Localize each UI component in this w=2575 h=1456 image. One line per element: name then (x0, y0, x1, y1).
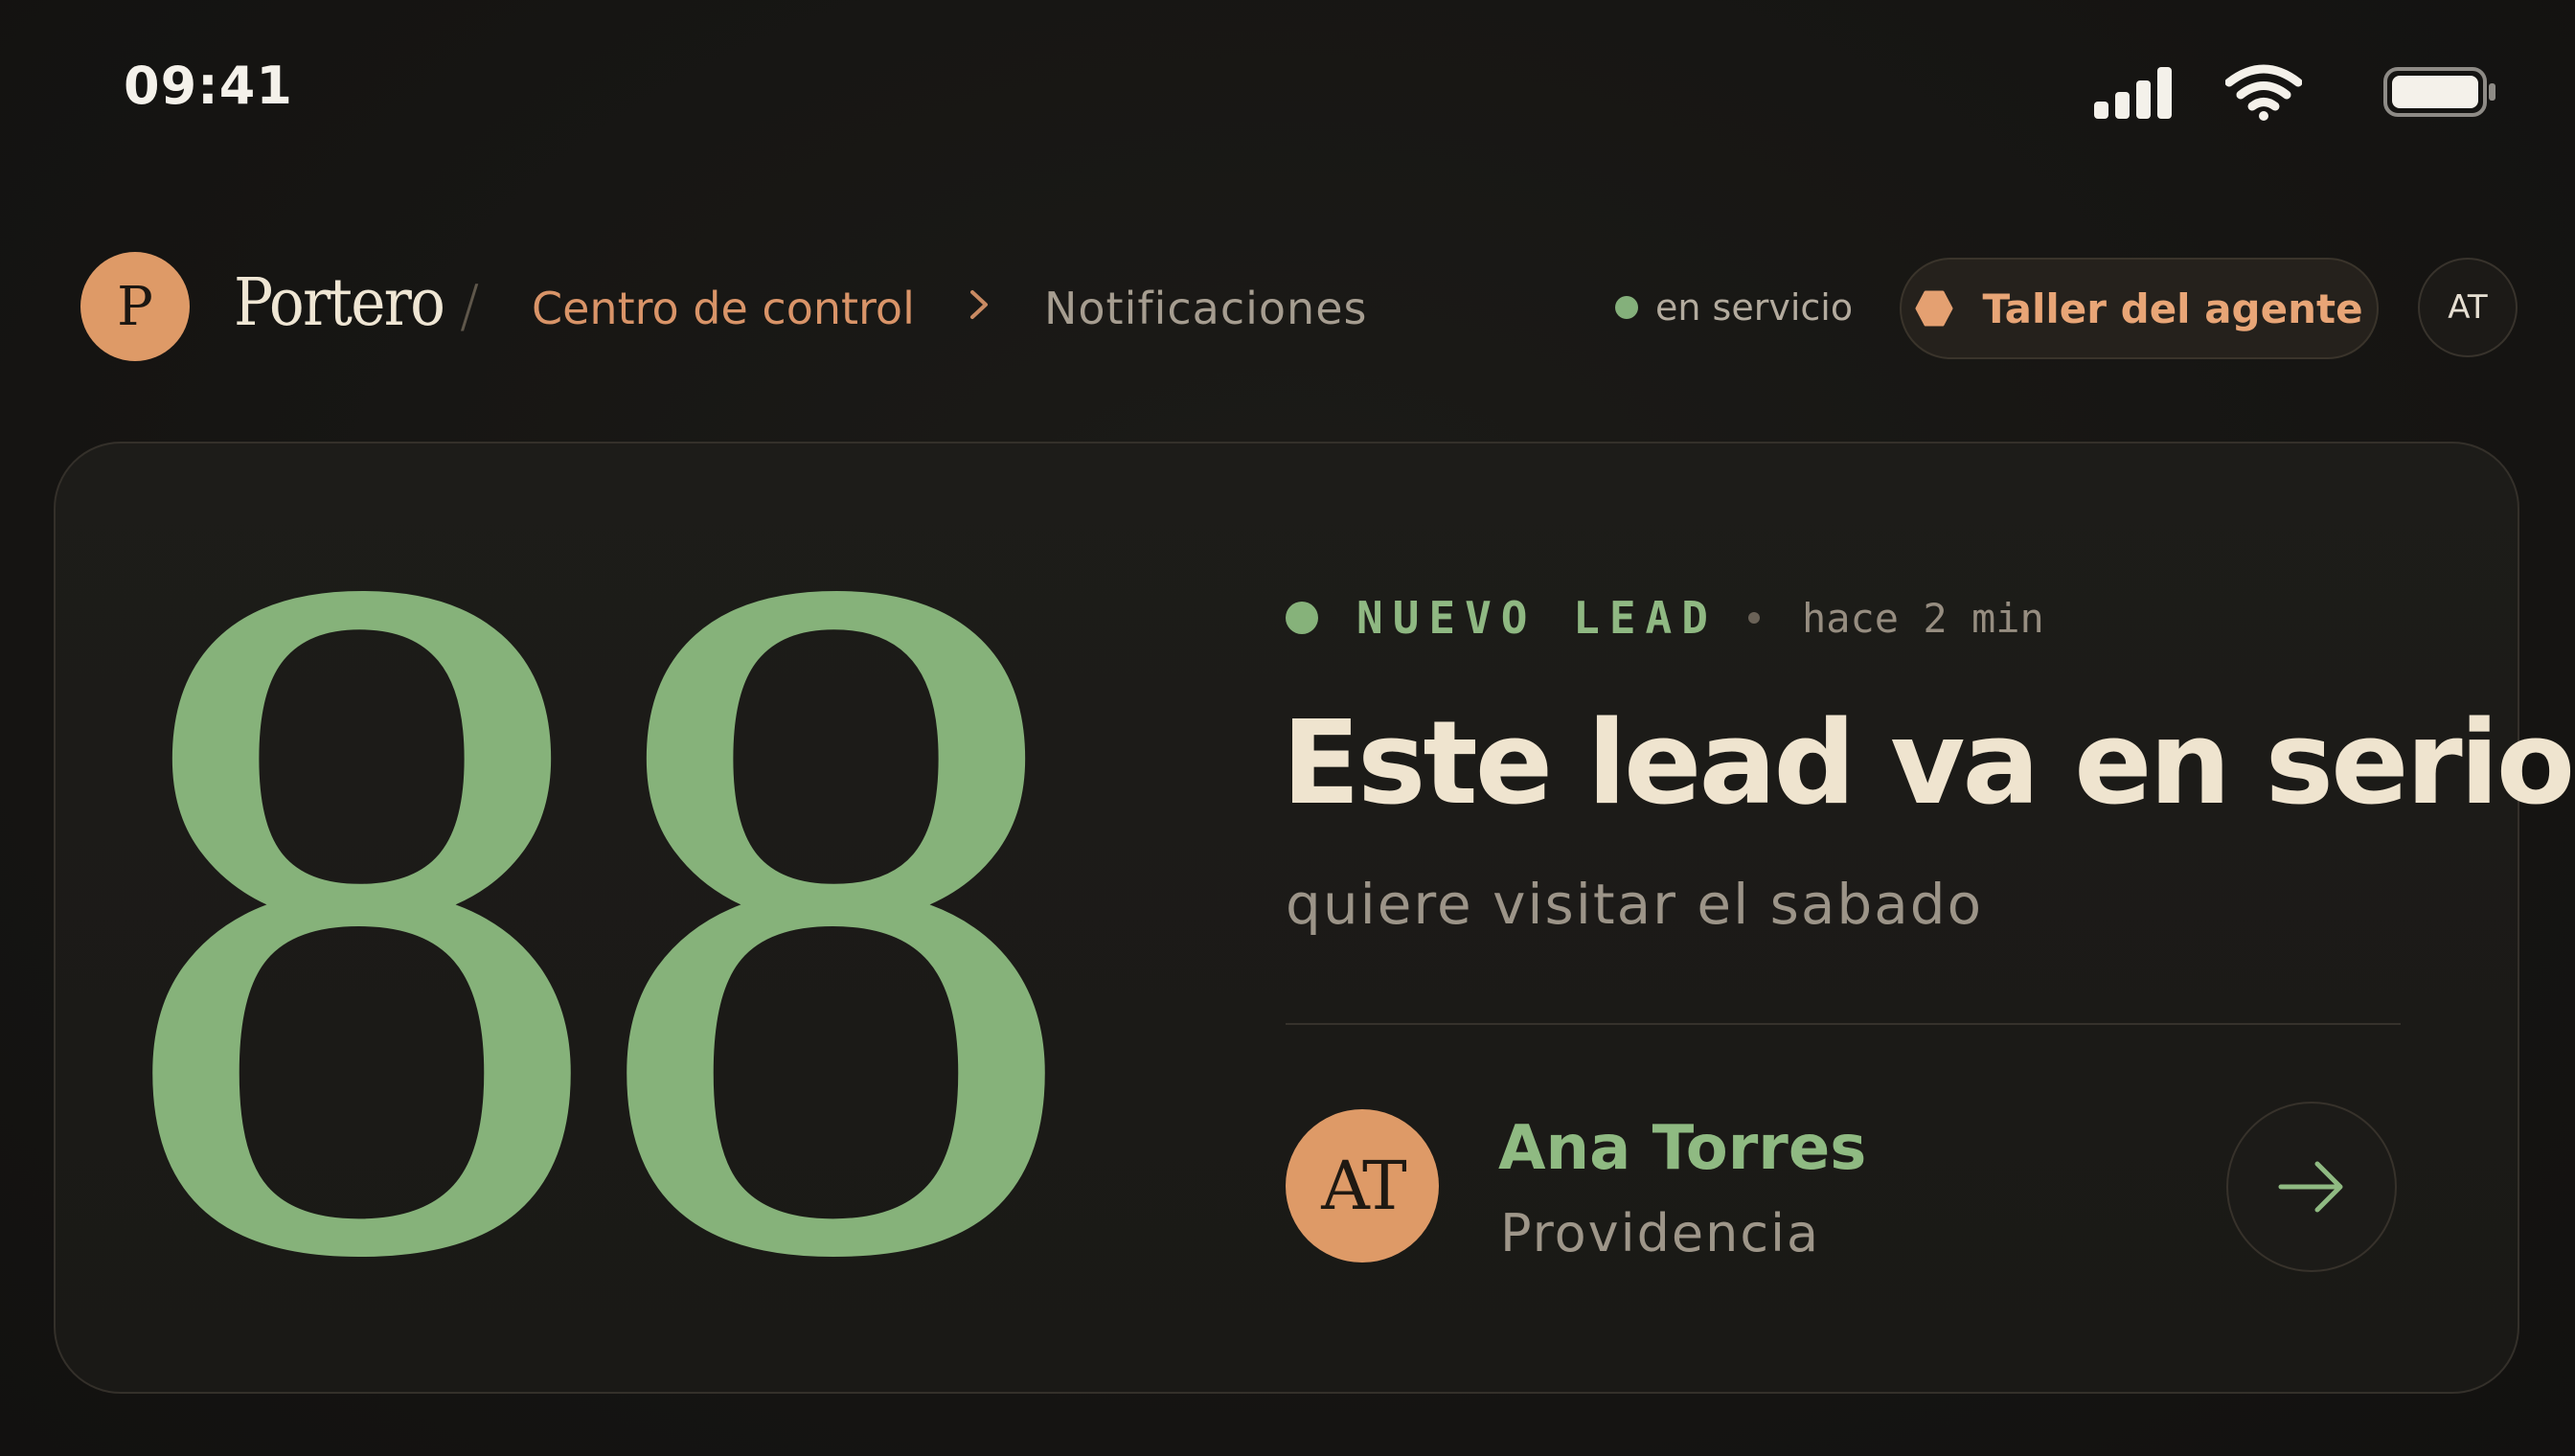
new-lead-dot-icon (1286, 602, 1318, 634)
lead-title: Este lead va en serio (1282, 697, 2575, 830)
brand-logo[interactable]: P (80, 252, 190, 361)
breadcrumb-control-center[interactable]: Centro de control (532, 283, 915, 334)
contact-location: Providencia (1500, 1203, 1821, 1263)
chevron-right-icon (970, 290, 988, 319)
dot-separator (1747, 612, 1760, 624)
breadcrumb-notifications: Notificaciones (1044, 283, 1368, 334)
status-bar: 09:41 (0, 0, 2575, 182)
brand-name[interactable]: Portero (234, 265, 445, 341)
service-status: en servicio (1615, 286, 1854, 329)
wifi-icon (2225, 64, 2302, 121)
agent-workshop-label: Taller del agente (1982, 284, 2363, 332)
lead-subtitle: quiere visitar el sabado (1286, 872, 1984, 937)
contact-name[interactable]: Ana Torres (1498, 1113, 1866, 1184)
status-dot-icon (1615, 296, 1638, 319)
hexagon-icon (1915, 290, 1953, 327)
service-status-label: en servicio (1655, 286, 1854, 329)
contact-avatar[interactable]: AT (1286, 1109, 1439, 1263)
agent-workshop-button[interactable]: Taller del agente (1900, 258, 2379, 359)
user-avatar[interactable]: AT (2418, 258, 2518, 357)
signal-icon (2094, 65, 2173, 119)
card-divider (1286, 1023, 2401, 1025)
arrow-right-icon (2278, 1161, 2343, 1213)
new-lead-label: NUEVO LEAD (1356, 592, 1718, 644)
lead-tag: NUEVO LEAD hace 2 min (1286, 592, 2044, 644)
status-time: 09:41 (124, 56, 293, 116)
app-header: P Portero / Centro de control Notificaci… (0, 244, 2575, 369)
open-lead-button[interactable] (2226, 1102, 2397, 1272)
battery-icon (2383, 67, 2495, 117)
breadcrumb-separator: / (460, 273, 480, 340)
lead-time-ago: hace 2 min (1801, 594, 2044, 642)
lead-score: 88 (115, 368, 1082, 1456)
